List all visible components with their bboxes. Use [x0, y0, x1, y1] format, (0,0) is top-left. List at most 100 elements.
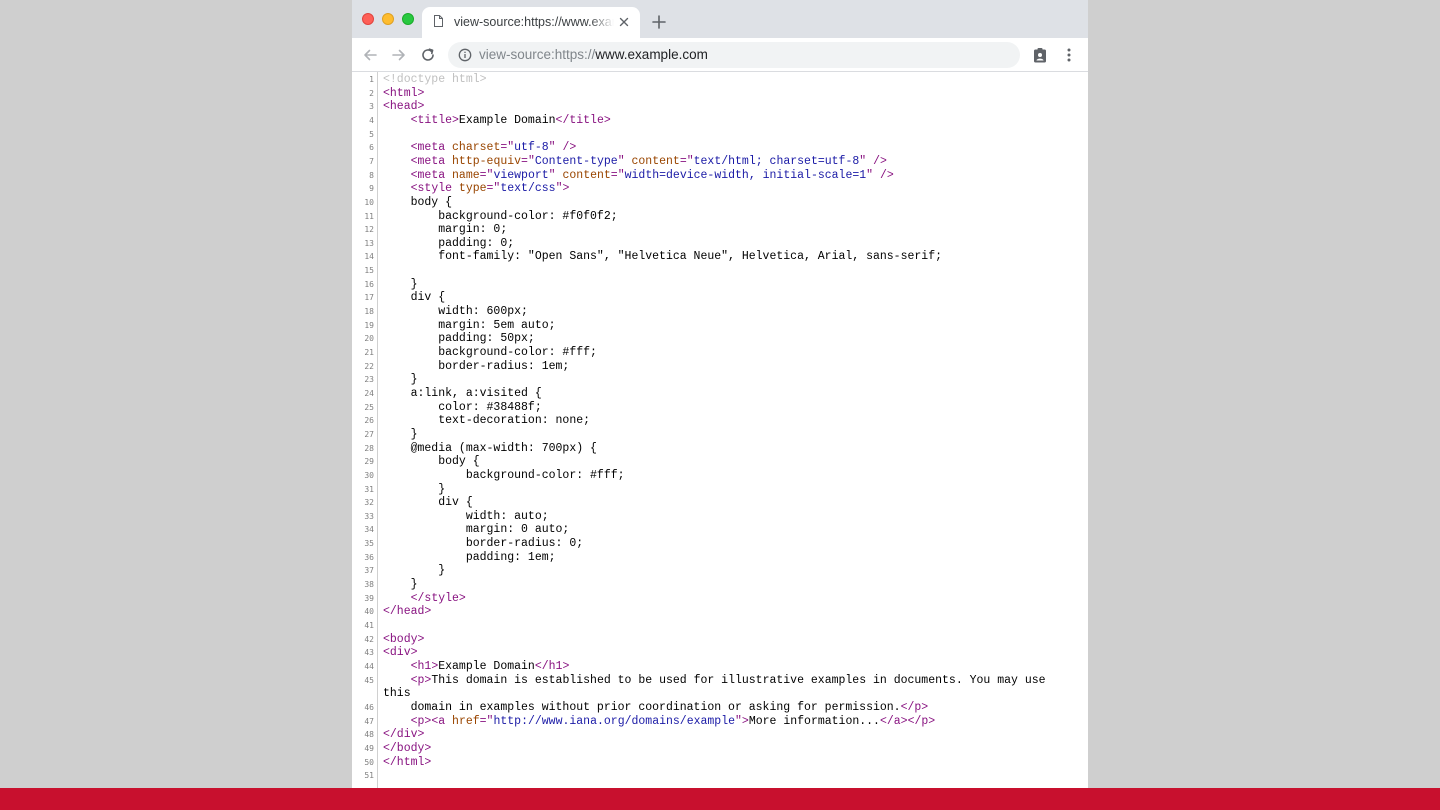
line-number: 44 [364, 661, 374, 671]
html-tag: <a [431, 714, 453, 728]
line-number: 26 [364, 416, 374, 426]
source-line: 37 } [352, 564, 1088, 578]
html-tag: <meta [410, 141, 453, 155]
attribute-value: width=device-width, initial-scale=1 [624, 168, 867, 182]
code-text: width: 600px; [383, 305, 528, 319]
line-number: 45 [364, 675, 374, 685]
line-code: width: 600px; [383, 305, 528, 319]
line-number: 6 [369, 143, 374, 153]
source-line: 29 body { [352, 455, 1088, 469]
html-tag: </head> [383, 605, 432, 619]
html-tag: <!doctype html> [383, 73, 487, 86]
code-text: Example Domain [458, 113, 556, 127]
maximize-window-button[interactable] [402, 13, 414, 25]
line-number: 4 [369, 115, 374, 125]
source-view[interactable]: 1 <!doctype html> 2 <html> 3 <head> 4 <title>E… [352, 72, 1088, 788]
code-text: div { [383, 291, 446, 305]
line-number: 14 [364, 252, 374, 262]
source-line: 24 a:link, a:visited { [352, 387, 1088, 401]
source-line: 7 <meta http-equiv="Content-type" conten… [352, 155, 1088, 169]
kebab-menu-icon[interactable] [1061, 47, 1077, 63]
line-code: div { [383, 291, 446, 305]
clipboard-person-icon[interactable] [1032, 47, 1048, 63]
line-code: <html> [383, 87, 424, 101]
source-line: 3 <head> [352, 100, 1088, 114]
tab-title: view-source:https://www.example.com [454, 15, 614, 29]
html-tag: <h1> [410, 659, 439, 673]
attribute-value: utf-8 [514, 141, 549, 155]
html-tag: </h1> [534, 659, 570, 673]
source-line: 13 padding: 0; [352, 237, 1088, 251]
html-tag: =" [479, 714, 494, 728]
code-text: border-radius: 0; [383, 537, 584, 551]
code-text: } [383, 578, 418, 592]
html-tag: </p> [907, 714, 936, 728]
html-tag: </body> [383, 741, 432, 755]
line-code: <meta charset="utf-8" /> [383, 141, 577, 155]
plus-icon[interactable] [652, 15, 666, 29]
code-text: body { [383, 195, 453, 209]
line-number: 36 [364, 552, 374, 562]
line-code: } [383, 373, 418, 387]
reload-icon[interactable] [420, 47, 436, 63]
browser-toolbar: view-source:https://www.example.com [352, 38, 1088, 72]
minimize-window-button[interactable] [382, 13, 394, 25]
line-number: 18 [364, 307, 374, 317]
close-icon[interactable] [618, 16, 630, 28]
line-number: 39 [364, 593, 374, 603]
line-number: 5 [369, 129, 374, 139]
html-tag: =" [486, 182, 501, 196]
source-line: 51 [352, 769, 1088, 783]
source-line: 33 width: auto; [352, 510, 1088, 524]
code-text: } [383, 564, 446, 578]
source-line: this [352, 687, 1088, 701]
line-number: 27 [364, 429, 374, 439]
address-bar[interactable]: view-source:https://www.example.com [448, 42, 1020, 68]
html-tag: <style [410, 182, 459, 196]
line-code: this [383, 687, 411, 701]
line-code: background-color: #fff; [383, 469, 625, 483]
line-code: <meta name="viewport" content="width=dev… [383, 169, 894, 183]
html-tag: <p> [410, 673, 432, 687]
info-icon[interactable] [458, 48, 472, 62]
arrow-right-icon[interactable] [391, 47, 407, 63]
html-tag: </a> [879, 714, 908, 728]
source-line: 11 background-color: #f0f0f2; [352, 210, 1088, 224]
line-number: 21 [364, 348, 374, 357]
code-text: margin: 5em auto; [383, 318, 556, 332]
active-tab[interactable]: view-source:https://www.example.com [422, 7, 640, 38]
line-number: 40 [364, 607, 374, 617]
line-number: 13 [364, 238, 374, 248]
line-number: 15 [364, 266, 374, 276]
line-code: <meta http-equiv="Content-type" content=… [383, 155, 887, 169]
line-code: </style> [383, 592, 466, 606]
url-text: view-source:https://www.example.com [479, 47, 708, 62]
source-line: 25 color: #38488f; [352, 401, 1088, 415]
line-code: <style type="text/css"> [383, 182, 570, 196]
close-window-button[interactable] [362, 13, 374, 25]
line-code: } [383, 428, 418, 442]
code-text: padding: 50px; [383, 332, 535, 346]
line-code: width: auto; [383, 510, 549, 524]
html-tag: <html> [383, 86, 425, 100]
source-line: 35 border-radius: 0; [352, 537, 1088, 551]
line-number: 30 [364, 470, 374, 480]
html-tag: </div> [383, 728, 425, 742]
line-code: <title>Example Domain</title> [383, 114, 611, 128]
code-text: border-radius: 1em; [383, 359, 570, 373]
line-number: 22 [364, 361, 374, 371]
line-code: padding: 1em; [383, 551, 556, 565]
line-number: 16 [364, 279, 374, 289]
line-number: 8 [369, 170, 374, 180]
source-line: 34 margin: 0 auto; [352, 523, 1088, 537]
source-line: 38 } [352, 578, 1088, 592]
arrow-left-icon[interactable] [362, 47, 378, 63]
line-number: 47 [364, 716, 374, 726]
attribute-name: type [458, 182, 487, 196]
line-code: border-radius: 1em; [383, 360, 569, 374]
line-code: <p>This domain is established to be used… [383, 674, 1046, 688]
